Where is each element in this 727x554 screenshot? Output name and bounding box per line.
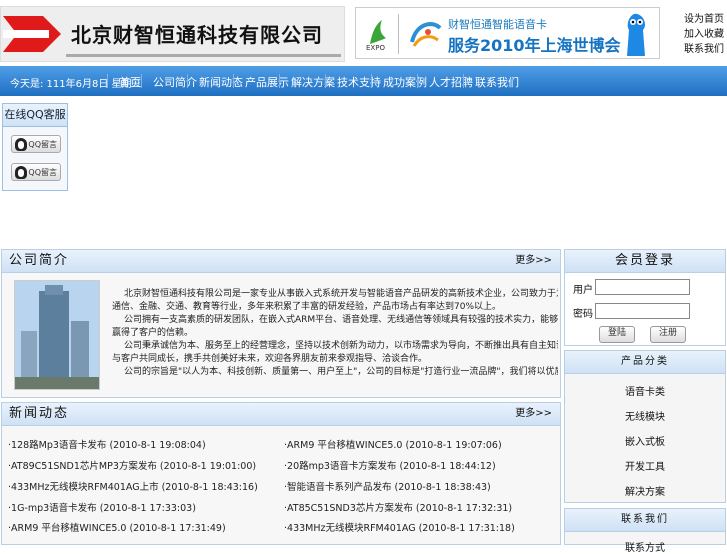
qq-service-box: 在线QQ客服 QQ留言 QQ留言: [2, 103, 68, 191]
qq-penguin-icon: [15, 138, 27, 151]
intro-panel: 公司简介 更多>> 北京财智恒通科技有限公司是一家专业从事嵌入式系统开发与智能语…: [1, 249, 561, 398]
nav-separator: [107, 74, 108, 88]
contact-us-link[interactable]: 联系我们: [684, 42, 724, 57]
nav-home[interactable]: 首页: [119, 74, 141, 90]
category-item[interactable]: 语音卡类: [565, 383, 725, 398]
svg-text:EXPO: EXPO: [366, 44, 385, 52]
intro-paragraph-2: 公司拥有一支高素质的研发团队，在嵌入式ARM平台、语音处理、无线通信等领域具有较…: [124, 315, 558, 325]
banner-divider: [398, 14, 399, 54]
logo-underline: [66, 54, 341, 57]
intro-paragraph-3: 公司秉承诚信为本、服务至上的经营理念，坚持以技术创新为动力，以市场需求为导向，不…: [124, 341, 558, 351]
main-nav: 今天是: 111年6月8日 星期三 首页 公司简介 新闻动态 产品展示 解决方案…: [0, 66, 727, 96]
top-links: 设为首页 加入收藏 联系我们: [684, 12, 724, 57]
expo-logo-icon: EXPO: [366, 20, 386, 52]
news-item[interactable]: ·433MHz无线模块RFM401AG上市 (2010-8-1 18:43:16…: [8, 479, 258, 493]
company-building-image: [14, 280, 100, 390]
intro-paragraph-3b: 与客户共同成长，携手共创美好未来，欢迎各界朋友前来参观指导、洽谈合作。: [112, 354, 428, 364]
contact-title: 联系我们: [565, 509, 725, 532]
nav-separator: [279, 74, 280, 88]
password-input[interactable]: [595, 303, 690, 319]
news-item[interactable]: ·1G-mp3语音卡发布 (2010-8-1 17:33:03): [8, 500, 196, 514]
username-label: 用户: [573, 285, 593, 296]
intro-paragraph-4: 公司的宗旨是"以人为本、科技创新、质量第一、用户至上"，公司的目标是"打造行业一…: [124, 367, 558, 377]
nav-separator: [371, 74, 372, 88]
nav-solutions[interactable]: 解决方案: [291, 74, 335, 90]
news-item[interactable]: ·433MHz无线模块RFM401AG (2010-8-1 17:31:18): [284, 520, 515, 534]
news-item[interactable]: ·20路mp3语音卡方案发布 (2010-8-1 18:44:12): [284, 458, 496, 472]
intro-paragraph-1b: 通信、金融、交通、教育等行业，多年来积累了丰富的研发经验，产品市场占有率达到70…: [112, 302, 502, 312]
logo-arrow-icon: [3, 16, 61, 52]
nav-news[interactable]: 新闻动态: [199, 74, 243, 90]
username-input[interactable]: [595, 279, 690, 295]
add-favorite-link[interactable]: 加入收藏: [684, 27, 724, 42]
company-logo[interactable]: 北京财智恒通科技有限公司: [0, 6, 345, 62]
banner-line-2: 服务2010年上海世博会: [448, 36, 621, 55]
news-more-link[interactable]: 更多>>: [515, 403, 552, 425]
nav-separator: [233, 74, 234, 88]
qq-service-title: 在线QQ客服: [3, 104, 67, 127]
news-panel: 新闻动态 更多>> ·128路Mp3语音卡发布 (2010-8-1 19:08:…: [1, 402, 561, 545]
intro-more-link[interactable]: 更多>>: [515, 250, 552, 272]
expo-banner[interactable]: EXPO 财智恒通智能语音卡 服务2010年上海世博会: [355, 7, 660, 59]
qq-penguin-icon: [15, 166, 27, 179]
nav-about[interactable]: 公司简介: [153, 74, 197, 90]
company-name: 北京财智恒通科技有限公司: [71, 23, 323, 47]
nav-products[interactable]: 产品展示: [245, 74, 289, 90]
nav-separator: [325, 74, 326, 88]
register-button[interactable]: 注册: [650, 326, 686, 343]
category-item[interactable]: 解决方案: [565, 483, 725, 498]
login-button[interactable]: 登陆: [599, 326, 635, 343]
category-item[interactable]: 开发工具: [565, 458, 725, 473]
qq-button-label: QQ留言: [28, 140, 57, 149]
nav-separator: [187, 74, 188, 88]
set-homepage-link[interactable]: 设为首页: [684, 12, 724, 27]
login-title: 会员登录: [565, 250, 725, 273]
news-item[interactable]: ·128路Mp3语音卡发布 (2010-8-1 19:08:04): [8, 437, 206, 451]
nav-support[interactable]: 技术支持: [337, 74, 381, 90]
news-header: 新闻动态 更多>>: [2, 403, 560, 426]
intro-paragraph-2b: 赢得了客户的信赖。: [112, 328, 194, 338]
news-item[interactable]: ·ARM9 平台移植WINCE5.0 (2010-8-1 19:07:06): [284, 437, 502, 451]
product-category-title: 产品分类: [565, 351, 725, 374]
intro-paragraph-1: 北京财智恒通科技有限公司是一家专业从事嵌入式系统开发与智能语音产品研发的高新技术…: [124, 289, 558, 299]
news-item[interactable]: ·ARM9 平台移植WINCE5.0 (2010-8-1 17:31:49): [8, 520, 226, 534]
news-item[interactable]: ·智能语音卡系列产品发布 (2010-8-1 18:38:43): [284, 479, 491, 493]
nav-separator: [463, 74, 464, 88]
contact-panel: 联系我们 联系方式: [564, 508, 726, 554]
product-category-panel: 产品分类 语音卡类 无线模块 嵌入式板 开发工具 解决方案: [564, 350, 726, 503]
nav-separator: [417, 74, 418, 88]
qq-button-label: QQ留言: [28, 168, 57, 177]
intro-title: 公司简介: [9, 253, 70, 268]
nav-contact[interactable]: 联系我们: [475, 74, 519, 90]
category-item[interactable]: 嵌入式板: [565, 433, 725, 448]
news-item[interactable]: ·AT89C51SND1芯片MP3方案发布 (2010-8-1 19:01:00…: [8, 458, 256, 472]
password-label: 密码: [573, 309, 593, 320]
news-title: 新闻动态: [9, 406, 70, 421]
category-item[interactable]: 无线模块: [565, 408, 725, 423]
wave-logo-icon: [410, 22, 442, 47]
login-panel: 会员登录 用户 密码 登陆 注册: [564, 249, 726, 346]
nav-jobs[interactable]: 人才招聘: [429, 74, 473, 90]
news-item[interactable]: ·AT85C51SND3芯片方案发布 (2010-8-1 17:32:31): [284, 500, 512, 514]
nav-cases[interactable]: 成功案例: [383, 74, 427, 90]
qq-message-button[interactable]: QQ留言: [11, 135, 61, 153]
contact-item[interactable]: 联系方式: [565, 539, 725, 554]
haibao-mascot-icon: [627, 13, 645, 57]
banner-line-1: 财智恒通智能语音卡: [448, 18, 547, 31]
intro-header: 公司简介 更多>>: [2, 250, 560, 273]
qq-message-button[interactable]: QQ留言: [11, 163, 61, 181]
building-photo-icon: [15, 281, 99, 389]
nav-separator: [141, 74, 142, 88]
